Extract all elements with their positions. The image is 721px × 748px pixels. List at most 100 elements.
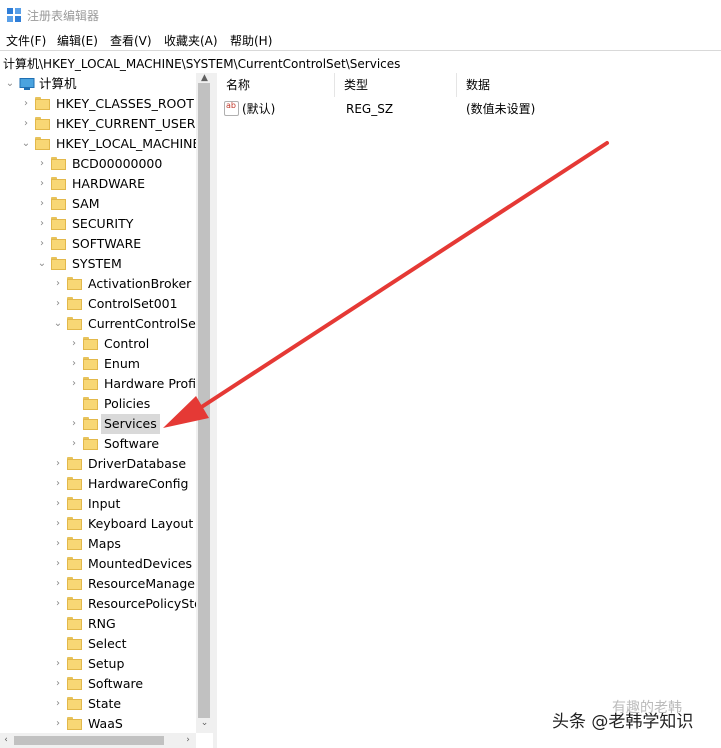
chevron-right-icon[interactable]: ›	[53, 554, 63, 574]
folder-icon	[67, 317, 82, 330]
chevron-right-icon[interactable]: ›	[53, 454, 63, 474]
tree-item[interactable]: › ResourceManager	[0, 574, 200, 594]
folder-icon	[67, 657, 82, 670]
tree-item[interactable]: › MountedDevices	[0, 554, 196, 574]
hscroll-thumb[interactable]	[14, 736, 164, 745]
folder-icon	[83, 377, 98, 390]
folder-icon	[67, 677, 82, 690]
chevron-right-icon[interactable]: ›	[69, 434, 79, 454]
chevron-right-icon[interactable]: ›	[69, 334, 79, 354]
tree-item-label: DriverDatabase	[88, 456, 187, 471]
scroll-thumb[interactable]	[198, 83, 210, 718]
tree-item[interactable]: › HKEY_CURRENT_USER	[0, 114, 196, 134]
tree-root[interactable]: ⌄ 计算机	[0, 74, 196, 94]
chevron-right-icon[interactable]: ›	[53, 694, 63, 714]
watermark-faint: 有趣的老韩	[612, 700, 682, 716]
column-header-name[interactable]: 名称	[217, 73, 335, 97]
tree-item[interactable]: › Hardware Profil	[0, 374, 200, 394]
chevron-right-icon[interactable]: ›	[37, 194, 47, 214]
tree-item[interactable]: › Enum	[0, 354, 196, 374]
tree-item-label: BCD00000000	[72, 156, 163, 171]
tree-item[interactable]: Select	[0, 634, 196, 654]
tree-item[interactable]: › Software	[0, 434, 196, 454]
tree-vertical-scrollbar[interactable]: ▲ ⌄	[196, 73, 213, 733]
chevron-down-icon[interactable]: ⌄	[5, 74, 15, 94]
tree-item-label: Input	[88, 496, 121, 511]
values-pane[interactable]: 名称 类型 数据 ab (默认) REG_SZ (数值未设置)	[217, 73, 721, 748]
chevron-right-icon[interactable]: ›	[53, 274, 63, 294]
tree-item-label: Setup	[88, 656, 125, 671]
menu-edit[interactable]: 编辑(E)	[57, 32, 98, 49]
chevron-right-icon[interactable]: ›	[53, 514, 63, 534]
value-row[interactable]: ab (默认) REG_SZ (数值未设置)	[217, 99, 721, 119]
tree-item[interactable]: ⌄ SYSTEM	[0, 254, 196, 274]
tree-item[interactable]: › HARDWARE	[0, 174, 196, 194]
chevron-right-icon[interactable]: ›	[69, 414, 79, 434]
tree-item[interactable]: › SECURITY	[0, 214, 196, 234]
chevron-right-icon[interactable]: ›	[37, 154, 47, 174]
scroll-left-icon[interactable]: ‹	[0, 733, 12, 748]
tree-item-label: Hardware Profil	[104, 376, 200, 391]
tree-item[interactable]: ⌄ CurrentControlSet	[0, 314, 201, 334]
chevron-right-icon[interactable]: ›	[21, 114, 31, 134]
tree-item-label: Services	[101, 414, 160, 434]
tree-item[interactable]: › BCD00000000	[0, 154, 196, 174]
chevron-right-icon[interactable]: ›	[37, 214, 47, 234]
tree-item[interactable]: › ResourcePolicySto	[0, 594, 202, 614]
menu-help[interactable]: 帮助(H)	[230, 32, 272, 49]
tree-item-label: State	[88, 696, 122, 711]
chevron-right-icon[interactable]: ›	[37, 234, 47, 254]
menu-file[interactable]: 文件(F)	[6, 32, 46, 49]
chevron-down-icon[interactable]: ⌄	[53, 314, 63, 334]
column-header-type[interactable]: 类型	[335, 73, 457, 97]
chevron-right-icon[interactable]: ›	[53, 474, 63, 494]
tree-item-label: Maps	[88, 536, 121, 551]
chevron-right-icon[interactable]: ›	[69, 374, 79, 394]
chevron-right-icon[interactable]: ›	[53, 714, 63, 734]
tree-item[interactable]: › ActivationBroker	[0, 274, 196, 294]
tree-item-label: ControlSet001	[88, 296, 178, 311]
address-bar[interactable]: 计算机\HKEY_LOCAL_MACHINE\SYSTEM\CurrentCon…	[0, 50, 721, 74]
chevron-right-icon[interactable]: ›	[53, 674, 63, 694]
tree-item[interactable]: › HKEY_CLASSES_ROOT	[0, 94, 196, 114]
chevron-right-icon[interactable]: ›	[69, 354, 79, 374]
chevron-right-icon[interactable]: ›	[53, 294, 63, 314]
chevron-right-icon[interactable]: ›	[53, 594, 63, 614]
tree-item[interactable]: › Services	[0, 414, 196, 434]
tree-item[interactable]: › Maps	[0, 534, 196, 554]
tree-item[interactable]: ⌄ HKEY_LOCAL_MACHINE	[0, 134, 201, 154]
tree-horizontal-scrollbar[interactable]: ‹ ›	[0, 733, 196, 748]
chevron-right-icon[interactable]: ›	[53, 494, 63, 514]
tree-item[interactable]: Policies	[0, 394, 196, 414]
chevron-down-icon[interactable]: ⌄	[21, 134, 31, 154]
scroll-down-icon[interactable]: ⌄	[196, 718, 213, 730]
tree-item[interactable]: › HardwareConfig	[0, 474, 196, 494]
tree-item[interactable]: › Software	[0, 674, 196, 694]
chevron-right-icon[interactable]: ›	[53, 534, 63, 554]
tree-item[interactable]: › SAM	[0, 194, 196, 214]
tree-item[interactable]: › Input	[0, 494, 196, 514]
menu-favorites[interactable]: 收藏夹(A)	[164, 32, 218, 49]
folder-icon	[67, 277, 82, 290]
tree-item[interactable]: › Control	[0, 334, 196, 354]
tree-item-label: CurrentControlSet	[88, 316, 201, 331]
chevron-down-icon[interactable]: ⌄	[37, 254, 47, 274]
chevron-right-icon[interactable]: ›	[53, 574, 63, 594]
tree-item[interactable]: › ControlSet001	[0, 294, 196, 314]
menu-view[interactable]: 查看(V)	[110, 32, 152, 49]
scroll-right-icon[interactable]: ›	[182, 733, 194, 748]
tree-item[interactable]: › WaaS	[0, 714, 196, 734]
tree-item[interactable]: › Keyboard Layout	[0, 514, 196, 534]
folder-icon	[51, 217, 66, 230]
tree-pane[interactable]: ⌄ 计算机 › HKEY_CLASSES_ROOT › HKEY_CURRENT_US…	[0, 73, 213, 748]
chevron-right-icon[interactable]: ›	[37, 174, 47, 194]
tree-item[interactable]: › Setup	[0, 654, 196, 674]
title-bar: 注册表编辑器	[0, 0, 721, 29]
tree-item[interactable]: RNG	[0, 614, 196, 634]
tree-item[interactable]: › SOFTWARE	[0, 234, 196, 254]
chevron-right-icon[interactable]: ›	[21, 94, 31, 114]
tree-item[interactable]: › State	[0, 694, 196, 714]
chevron-right-icon[interactable]: ›	[53, 654, 63, 674]
column-header-data[interactable]: 数据	[457, 73, 721, 97]
tree-item[interactable]: › DriverDatabase	[0, 454, 196, 474]
